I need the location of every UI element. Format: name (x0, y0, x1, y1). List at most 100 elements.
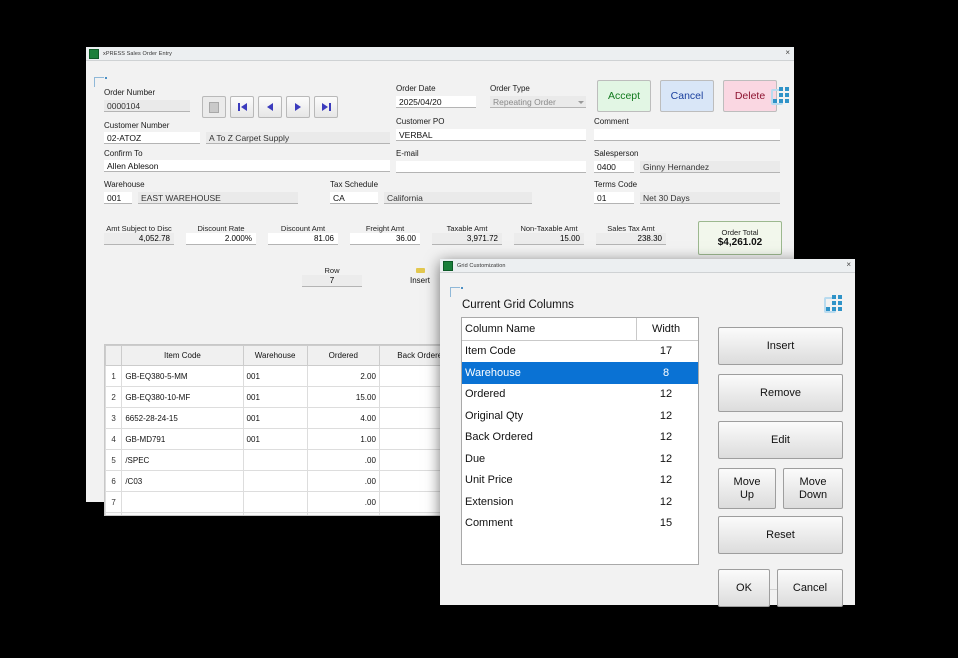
list-item[interactable]: Extension 12 (462, 491, 698, 513)
total-value: 238.30 (596, 233, 666, 245)
remove-button[interactable]: Remove (718, 374, 843, 412)
customer-number-input[interactable]: 02-ATOZ (104, 132, 200, 144)
cell-ordered[interactable]: 2.00 (307, 366, 379, 387)
main-window-titlebar[interactable]: xPRESS Sales Order Entry × (86, 47, 794, 61)
table-row[interactable]: 2 GB-EQ380-10-MF 001 15.00 .00 32 (106, 387, 459, 408)
cell-rownum (106, 513, 122, 517)
first-record-icon (238, 103, 240, 111)
edit-button[interactable]: Edit (718, 421, 843, 459)
cell-item-code[interactable]: GB-MD791 (122, 429, 243, 450)
grid-drag-handle-icon[interactable] (770, 85, 790, 105)
insert-line-button[interactable]: Insert (410, 268, 430, 285)
terms-code-input[interactable]: 01 (594, 192, 634, 204)
cell-ordered[interactable]: .00 (307, 492, 379, 513)
grid-drag-handle-icon[interactable] (823, 293, 843, 313)
close-icon[interactable]: × (785, 49, 790, 57)
cell-ordered[interactable]: 15.00 (307, 387, 379, 408)
cell-rownum: 2 (106, 387, 122, 408)
col-warehouse[interactable]: Warehouse (243, 346, 307, 366)
list-item-width: 15 (637, 517, 695, 529)
table-row[interactable]: 3 6652-28-24-15 001 4.00 .00 429 (106, 408, 459, 429)
delete-button[interactable]: Delete (723, 80, 777, 112)
cell-warehouse[interactable]: 001 (243, 408, 307, 429)
last-record-button[interactable] (314, 96, 338, 118)
total-value[interactable]: 2.000% (186, 233, 256, 245)
warehouse-label: Warehouse (104, 180, 145, 190)
table-row[interactable]: 1 GB-EQ380-5-MM 001 2.00 .00 30 (106, 366, 459, 387)
cell-rownum: 6 (106, 471, 122, 492)
dialog-cancel-button[interactable]: Cancel (777, 569, 843, 607)
total-value[interactable]: 81.06 (268, 233, 338, 245)
total-cell: Discount Rate2.000% (186, 224, 256, 245)
cell-warehouse[interactable] (243, 492, 307, 513)
list-item-name: Unit Price (465, 474, 637, 486)
previous-record-button[interactable] (258, 96, 282, 118)
ok-button[interactable]: OK (718, 569, 770, 607)
row-indicator-value: 7 (302, 275, 362, 287)
order-number-input[interactable]: 0000104 (104, 100, 190, 112)
total-value: 4,052.78 (104, 233, 174, 245)
cell-warehouse[interactable]: 001 (243, 387, 307, 408)
warehouse-code-input[interactable]: 001 (104, 192, 132, 204)
chevron-down-icon[interactable] (578, 101, 584, 104)
list-item[interactable]: Due 12 (462, 448, 698, 470)
list-item-name: Ordered (465, 388, 637, 400)
cell-item-code[interactable]: 6652-28-24-15 (122, 408, 243, 429)
salesperson-code-input[interactable]: 0400 (594, 161, 634, 173)
table-row[interactable]: 5 /SPEC .00 .00 (106, 450, 459, 471)
cancel-button[interactable]: Cancel (660, 80, 714, 112)
accept-button[interactable]: Accept (597, 80, 651, 112)
list-item[interactable]: Item Code 17 (462, 341, 698, 363)
table-row[interactable]: 7 .00 .00 (106, 492, 459, 513)
list-item[interactable]: Unit Price 12 (462, 470, 698, 492)
line-items-grid[interactable]: Item Code Warehouse Ordered Back Ordered… (104, 344, 458, 516)
listbox-header: Column Name Width (462, 318, 698, 341)
customer-po-input[interactable]: VERBAL (396, 129, 586, 141)
dialog-close-icon[interactable]: × (846, 261, 851, 269)
cell-warehouse[interactable]: 001 (243, 366, 307, 387)
cell-item-code[interactable] (122, 492, 243, 513)
col-ordered[interactable]: Ordered (307, 346, 379, 366)
first-record-button[interactable] (230, 96, 254, 118)
tax-schedule-code-input[interactable]: CA (330, 192, 378, 204)
list-item-selected[interactable]: Warehouse 8 (462, 362, 698, 384)
columns-listbox[interactable]: Column Name Width Item Code 17 Warehouse… (461, 317, 699, 565)
dialog-titlebar[interactable]: Grid Customization × (440, 259, 855, 273)
cell-item-code[interactable]: /C03 (122, 471, 243, 492)
page-icon (209, 102, 219, 113)
list-item[interactable]: Original Qty 12 (462, 405, 698, 427)
cell-item-code[interactable]: GB-EQ380-10-MF (122, 387, 243, 408)
order-date-input[interactable]: 2025/04/20 (396, 96, 476, 108)
next-record-button[interactable] (286, 96, 310, 118)
cell-warehouse[interactable]: 001 (243, 429, 307, 450)
total-value: 3,971.72 (432, 233, 502, 245)
cell-item-code[interactable]: GB-EQ380-5-MM (122, 366, 243, 387)
move-up-button[interactable]: Move Up (718, 468, 776, 509)
table-row[interactable]: 6 /C03 .00 .00 (106, 471, 459, 492)
email-input[interactable] (396, 161, 586, 173)
move-up-line2: Up (740, 489, 754, 502)
list-item[interactable]: Ordered 12 (462, 384, 698, 406)
move-down-button[interactable]: Move Down (783, 468, 843, 509)
totals-bar: Amt Subject to Disc4,052.78 Discount Rat… (104, 224, 666, 245)
list-item[interactable]: Back Ordered 12 (462, 427, 698, 449)
cell-ordered[interactable]: 4.00 (307, 408, 379, 429)
reset-button[interactable]: Reset (718, 516, 843, 554)
dialog-heading: Current Grid Columns (462, 299, 574, 311)
grid-customization-dialog: Grid Customization × Current Grid Column… (440, 259, 855, 604)
line-items-table: Item Code Warehouse Ordered Back Ordered… (105, 345, 458, 516)
table-row[interactable]: 4 GB-MD791 001 1.00 .00 1.795 (106, 429, 459, 450)
insert-button[interactable]: Insert (718, 327, 843, 365)
total-cell: Taxable Amt3,971.72 (432, 224, 502, 245)
comment-input[interactable] (594, 129, 780, 141)
list-item-name: Item Code (465, 345, 637, 357)
order-type-select[interactable]: Repeating Order (490, 96, 586, 108)
list-item[interactable]: Comment 15 (462, 513, 698, 535)
total-value[interactable]: 36.00 (350, 233, 420, 245)
col-item-code[interactable]: Item Code (122, 346, 243, 366)
cell-item-code[interactable]: /SPEC (122, 450, 243, 471)
confirm-to-input[interactable]: Allen Ableson (104, 160, 390, 172)
cell-ordered[interactable]: 1.00 (307, 429, 379, 450)
new-record-button[interactable] (202, 96, 226, 118)
salesperson-name-field: Ginny Hernandez (640, 161, 780, 173)
